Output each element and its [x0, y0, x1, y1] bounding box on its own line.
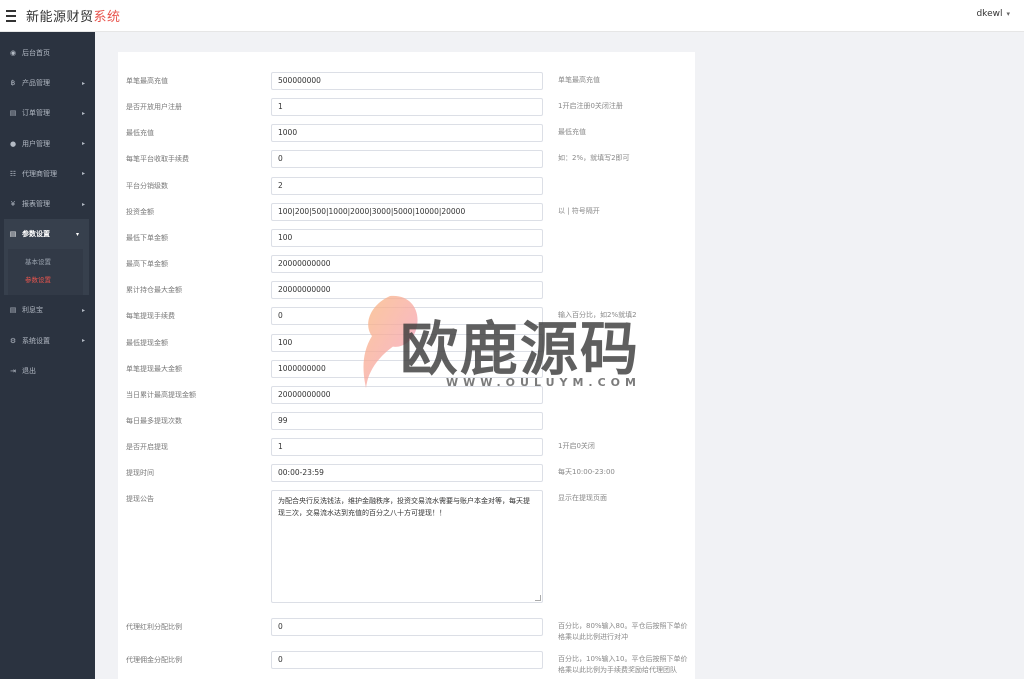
sidebar-item-label: 参数设置 — [22, 230, 50, 239]
menu-toggle-icon[interactable] — [6, 9, 24, 22]
field-label: 每笔平台收取手续费 — [126, 155, 189, 164]
field-hint: 最低充值 — [558, 128, 586, 137]
chevron-right-icon: ▸ — [81, 306, 85, 314]
brand-accent: 系统 — [93, 10, 121, 25]
sidebar-item[interactable]: ⇥ 退出 — [0, 356, 95, 386]
field-hint: 如：2%，就填写2即可 — [558, 154, 630, 163]
sidebar-item-params[interactable]: ▤ 参数设置 ▾ — [4, 219, 89, 250]
sidebar-item-label: 系统设置 — [22, 336, 50, 345]
user-icon: ● — [9, 139, 17, 148]
logout-icon: ⇥ — [10, 366, 16, 375]
field-hint: 百分比，10%输入10。平仓后按照下单价格乘以此比例为手续费奖励给代理团队 — [558, 655, 688, 675]
sidebar-item-label: 利息宝 — [22, 306, 43, 315]
setting-input[interactable]: 00:00-23:59 — [271, 464, 543, 483]
submenu-item-basic[interactable]: 基本设置 — [8, 253, 83, 271]
setting-input[interactable]: 0 — [271, 618, 543, 637]
sidebar-item[interactable]: ฿ 产品管理 ▸ — [0, 68, 95, 98]
user-menu[interactable]: dkewl ▾ — [976, 9, 1010, 19]
dashboard-icon: ◉ — [9, 49, 17, 58]
field-hint: 百分比，80%输入80。平仓后按照下单价格乘以此比例进行对冲 — [558, 622, 688, 642]
username: dkewl — [976, 9, 1003, 19]
brand-title: 新能源财贸系统 — [26, 6, 121, 25]
field-hint: 单笔最高充值 — [558, 76, 600, 84]
field-hint: 1开启注册0关闭注册 — [558, 102, 623, 111]
setting-input[interactable]: 100|200|500|1000|2000|3000|5000|10000|20… — [271, 202, 543, 221]
field-label: 单笔提现最大金额 — [126, 364, 182, 373]
field-label: 是否开放用户注册 — [126, 103, 182, 112]
resize-handle-icon[interactable] — [535, 595, 541, 602]
field-label: 当日累计最高提现金额 — [126, 390, 196, 399]
bitcoin-icon: ฿ — [10, 79, 16, 88]
setting-input[interactable]: 0 — [271, 651, 543, 670]
sidebar-item-label: 订单管理 — [22, 109, 50, 118]
field-label: 每笔提现手续费 — [126, 312, 175, 321]
sidebar-item[interactable]: ◉ 后台首页 — [0, 38, 95, 68]
sidebar-item[interactable]: ▤ 利息宝 ▸ — [0, 295, 95, 325]
sidebar-item-label: 产品管理 — [22, 79, 50, 88]
notice-textarea[interactable]: 为配合央行反洗钱法，维护金融秩序，投资交易流水需要与账户本金对等，每天提现三次，… — [271, 490, 543, 604]
chevron-right-icon: ▸ — [81, 79, 85, 87]
setting-input[interactable]: 0 — [271, 150, 543, 169]
notice-text: 为配合央行反洗钱法，维护金融秩序，投资交易流水需要与账户本金对等，每天提现三次，… — [278, 497, 530, 517]
brand-main: 新能源财贸 — [26, 10, 94, 25]
sidebar-item[interactable]: ☷ 代理商管理 ▸ — [0, 159, 95, 189]
sidebar-item-label: 代理商管理 — [22, 169, 57, 178]
caret-down-icon: ▾ — [1006, 10, 1010, 18]
field-label: 提现时间 — [126, 469, 154, 478]
setting-input[interactable]: 500000000 — [271, 72, 543, 90]
field-label: 每日最多提现次数 — [126, 416, 182, 425]
agent-icon: ☷ — [9, 169, 17, 178]
sidebar-item[interactable]: ⚙ 系统设置 ▸ — [0, 326, 95, 356]
setting-input[interactable]: 20000000000 — [271, 255, 543, 274]
setting-input[interactable]: 1 — [271, 98, 543, 117]
sidebar-item-label: 后台首页 — [22, 49, 50, 58]
field-label: 最高下单金额 — [126, 260, 168, 269]
setting-input[interactable]: 99 — [271, 411, 543, 430]
watermark: 欧鹿源码 WWW.OULUYM.COM — [360, 290, 680, 400]
field-label: 单笔最高充值 — [126, 77, 168, 85]
chevron-right-icon: ▸ — [81, 170, 85, 178]
field-label: 最低提现金额 — [126, 338, 168, 347]
submenu-item-params[interactable]: 参数设置 — [8, 271, 83, 289]
field-label: 投资金额 — [126, 207, 154, 216]
top-header: 新能源财贸系统 dkewl ▾ — [0, 0, 1024, 32]
sidebar-item[interactable]: ▤ 订单管理 ▸ — [0, 98, 95, 128]
chevron-right-icon: ▸ — [81, 109, 85, 117]
field-label: 平台分销级数 — [126, 181, 168, 190]
document-icon: ▤ — [9, 306, 17, 315]
watermark-url: WWW.OULUYM.COM — [446, 376, 641, 389]
field-label: 最低下单金额 — [126, 233, 168, 242]
field-hint: 1开启0关闭 — [558, 442, 595, 451]
active-menu-group: ▤ 参数设置 ▾ 基本设置 参数设置 — [4, 219, 89, 296]
setting-input[interactable]: 2 — [271, 176, 543, 195]
setting-input[interactable]: 100 — [271, 228, 543, 247]
sidebar-item-label: 用户管理 — [22, 139, 50, 148]
sidebar-item[interactable]: ¥ 报表管理 ▸ — [0, 189, 95, 219]
submenu: 基本设置 参数设置 — [8, 249, 83, 296]
chevron-right-icon: ▸ — [81, 140, 85, 148]
setting-input[interactable]: 1000 — [271, 124, 543, 143]
field-label: 提现公告 — [126, 495, 154, 504]
sidebar-item-label: 退出 — [22, 366, 36, 375]
sidebar-item[interactable]: ● 用户管理 ▸ — [0, 129, 95, 159]
sidebar-item-label: 报表管理 — [22, 200, 50, 209]
gears-icon: ⚙ — [9, 336, 17, 345]
field-hint: 显示在提现页面 — [558, 494, 607, 503]
yen-icon: ¥ — [10, 200, 16, 209]
field-hint: 每天10:00-23:00 — [558, 468, 615, 477]
chevron-right-icon: ▸ — [81, 200, 85, 208]
field-label: 是否开启提现 — [126, 443, 168, 452]
field-hint: 以 | 符号隔开 — [558, 206, 600, 215]
field-label: 代理佣金分配比例 — [126, 656, 182, 665]
field-label: 累计持仓最大金额 — [126, 286, 182, 295]
document-icon: ▤ — [9, 109, 17, 118]
field-label: 最低充值 — [126, 129, 154, 138]
caret-down-icon: ▾ — [75, 230, 79, 238]
chevron-right-icon: ▸ — [81, 337, 85, 345]
field-label: 代理红利分配比例 — [126, 623, 182, 632]
sidebar: ◉ 后台首页 ฿ 产品管理 ▸ ▤ 订单管理 ▸ ● 用户管理 ▸ ☷ 代理商管理 ▸ ¥ 报表管理 ▸ ▤ 参… — [0, 32, 95, 679]
setting-input[interactable]: 1 — [271, 438, 543, 457]
settings-doc-icon: ▤ — [9, 230, 17, 239]
watermark-text: 欧鹿源码 — [400, 315, 641, 383]
